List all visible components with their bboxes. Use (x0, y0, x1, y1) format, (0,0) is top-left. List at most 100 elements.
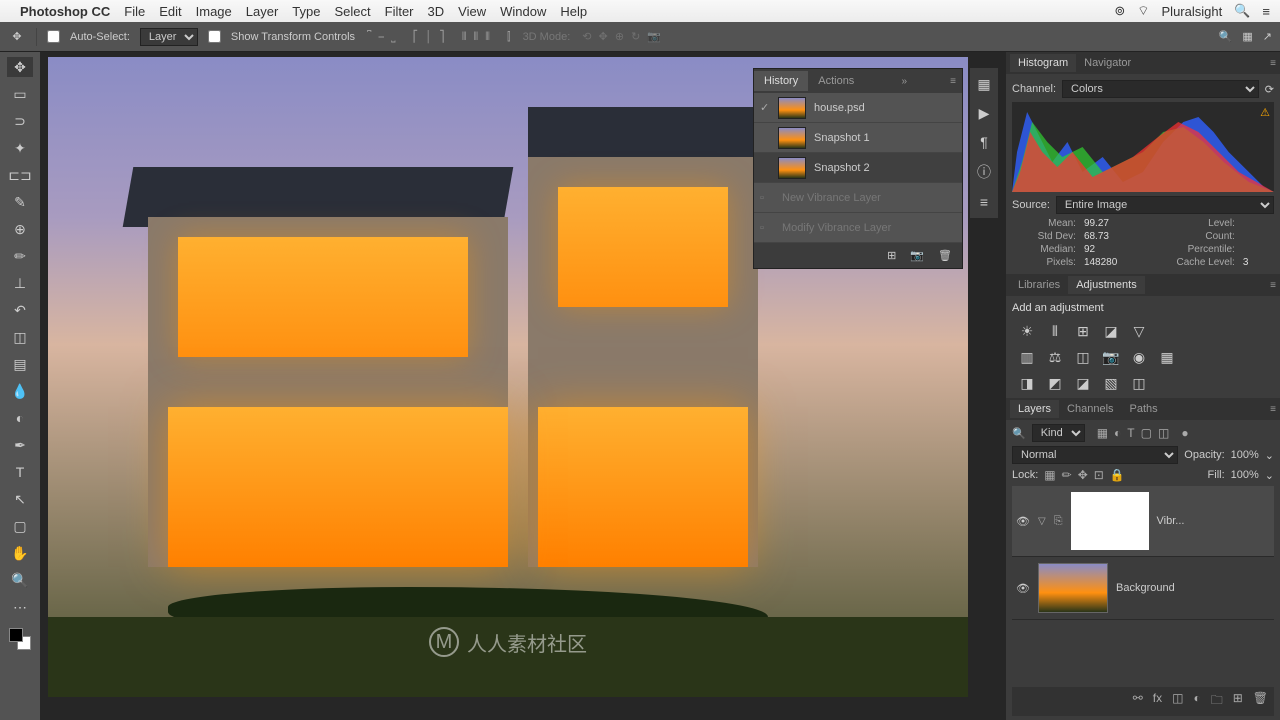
history-state[interactable]: ▫ Modify Vibrance Layer (754, 213, 962, 243)
menu-layer[interactable]: Layer (246, 4, 279, 19)
menu-edit[interactable]: Edit (159, 4, 181, 19)
menu-filter[interactable]: Filter (385, 4, 414, 19)
history-snapshot[interactable]: ✓ house.psd (754, 93, 962, 123)
levels-icon[interactable]: ⫴ (1046, 322, 1064, 340)
align-left-icon[interactable]: ⎡ (413, 31, 419, 43)
share-icon[interactable]: ↗ (1263, 30, 1272, 43)
layer-mask-icon[interactable]: ◫ (1172, 691, 1183, 712)
camera-icon[interactable]: 📷 (910, 249, 924, 262)
layer-fx-icon[interactable]: fx (1153, 691, 1162, 712)
lock-position-icon[interactable]: ✥ (1078, 468, 1088, 482)
new-fill-icon[interactable]: ◐ (1193, 691, 1200, 712)
collapse-icon[interactable]: » (901, 76, 907, 87)
warning-icon[interactable]: ⚠ (1260, 106, 1270, 119)
posterize-icon[interactable]: ◩ (1046, 374, 1064, 392)
align-top-icon[interactable]: ⎴ (367, 31, 371, 43)
tab-libraries[interactable]: Libraries (1010, 276, 1068, 294)
menu-window[interactable]: Window (500, 4, 546, 19)
cc-icon[interactable]: ⊚ (1114, 3, 1125, 19)
chevron-down-icon[interactable]: ⌄ (1265, 469, 1274, 482)
lut-icon[interactable]: ▦ (1158, 348, 1176, 366)
tab-actions[interactable]: Actions (808, 71, 864, 91)
crop-tool[interactable]: ⊏⊐ (7, 165, 33, 185)
arrange-docs-icon[interactable]: ▦ (1242, 30, 1252, 43)
auto-select-dropdown[interactable]: Layer (140, 28, 198, 46)
distribute-icon[interactable]: ⫴ (474, 31, 479, 43)
panel-menu-icon[interactable]: ≡ (1270, 280, 1276, 291)
menu-view[interactable]: View (458, 4, 486, 19)
source-dropdown[interactable]: Entire Image (1056, 196, 1274, 214)
refresh-icon[interactable]: ⟳ (1265, 83, 1274, 96)
move-tool[interactable]: ✥ (7, 57, 33, 77)
filter-pixel-icon[interactable]: ▦ (1097, 426, 1108, 440)
photo-filter-icon[interactable]: 📷 (1102, 348, 1120, 366)
selective-color-icon[interactable]: ◫ (1130, 374, 1148, 392)
gradient-tool[interactable]: ▤ (7, 354, 33, 374)
tab-layers[interactable]: Layers (1010, 400, 1059, 418)
wifi-icon[interactable]: ⌔ (1137, 3, 1149, 19)
history-snapshot[interactable]: Snapshot 2 (754, 153, 962, 183)
healing-tool[interactable]: ⊕ (7, 219, 33, 239)
lasso-tool[interactable]: ⊃ (7, 111, 33, 131)
align-hcenter-icon[interactable]: │ (425, 31, 432, 43)
new-document-icon[interactable]: ⊞ (887, 249, 896, 262)
tab-adjustments[interactable]: Adjustments (1068, 276, 1145, 294)
filter-kind-dropdown[interactable]: Kind (1032, 424, 1085, 442)
new-group-icon[interactable]: 🗀 (1211, 691, 1223, 712)
mask-thumbnail[interactable] (1071, 492, 1149, 550)
distribute-icon[interactable]: ⫿ (507, 31, 511, 43)
marquee-tool[interactable]: ▭ (7, 84, 33, 104)
hand-tool[interactable]: ✋ (7, 543, 33, 563)
eyedropper-tool[interactable]: ✎ (7, 192, 33, 212)
balance-icon[interactable]: ⚖ (1046, 348, 1064, 366)
menu-help[interactable]: Help (560, 4, 587, 19)
blend-mode-dropdown[interactable]: Normal (1012, 446, 1178, 464)
character-icon[interactable]: ≡ (980, 194, 988, 210)
zoom-tool[interactable]: 🔍 (7, 570, 33, 590)
type-tool[interactable]: T (7, 462, 33, 482)
spotlight-icon[interactable]: 🔍 (1234, 3, 1250, 19)
search-icon[interactable]: 🔍 (1219, 30, 1233, 43)
lock-all-icon[interactable]: 🔒 (1110, 468, 1125, 482)
layer-name[interactable]: Vibr... (1157, 515, 1185, 527)
search-icon[interactable]: 🔍 (1012, 427, 1026, 440)
history-snapshot[interactable]: Snapshot 1 (754, 123, 962, 153)
channel-mixer-icon[interactable]: ◉ (1130, 348, 1148, 366)
distribute-icon[interactable]: ⫴ (462, 31, 467, 43)
align-bottom-icon[interactable]: ⎵ (391, 31, 395, 43)
filter-adj-icon[interactable]: ◐ (1114, 426, 1121, 440)
pen-tool[interactable]: ✒ (7, 435, 33, 455)
history-brush-tool[interactable]: ↶ (7, 300, 33, 320)
menu-image[interactable]: Image (196, 4, 232, 19)
menu-select[interactable]: Select (334, 4, 370, 19)
panel-menu-icon[interactable]: ≡ (1270, 404, 1276, 415)
filter-smart-icon[interactable]: ◫ (1158, 426, 1169, 440)
filter-shape-icon[interactable]: ▢ (1141, 426, 1152, 440)
tab-navigator[interactable]: Navigator (1076, 54, 1139, 72)
layer-row[interactable]: 👁 Background (1012, 557, 1274, 620)
curves-icon[interactable]: ⊞ (1074, 322, 1092, 340)
eraser-tool[interactable]: ◫ (7, 327, 33, 347)
hue-icon[interactable]: ▥ (1018, 348, 1036, 366)
panel-menu-icon[interactable]: ≡ (950, 76, 956, 87)
lock-brush-icon[interactable]: ✏ (1062, 468, 1072, 482)
layer-thumbnail[interactable] (1038, 563, 1108, 613)
threshold-icon[interactable]: ◪ (1074, 374, 1092, 392)
vibrance-icon[interactable]: ▽ (1130, 322, 1148, 340)
auto-select-checkbox[interactable] (47, 30, 60, 43)
history-state[interactable]: ▫ New Vibrance Layer (754, 183, 962, 213)
filter-type-icon[interactable]: T (1127, 426, 1134, 440)
path-tool[interactable]: ↖ (7, 489, 33, 509)
play-icon[interactable]: ▶ (979, 105, 990, 122)
layer-name[interactable]: Background (1116, 582, 1175, 594)
swatches-icon[interactable]: ▦ (977, 76, 990, 93)
tab-histogram[interactable]: Histogram (1010, 54, 1076, 72)
brightness-icon[interactable]: ☀ (1018, 322, 1036, 340)
bw-icon[interactable]: ◫ (1074, 348, 1092, 366)
fill-value[interactable]: 100% (1231, 469, 1259, 481)
blur-tool[interactable]: 💧 (7, 381, 33, 401)
channel-dropdown[interactable]: Colors (1062, 80, 1259, 98)
tab-history[interactable]: History (754, 71, 808, 91)
link-layers-icon[interactable]: ⚯ (1133, 691, 1143, 712)
color-swatches[interactable] (9, 628, 31, 650)
